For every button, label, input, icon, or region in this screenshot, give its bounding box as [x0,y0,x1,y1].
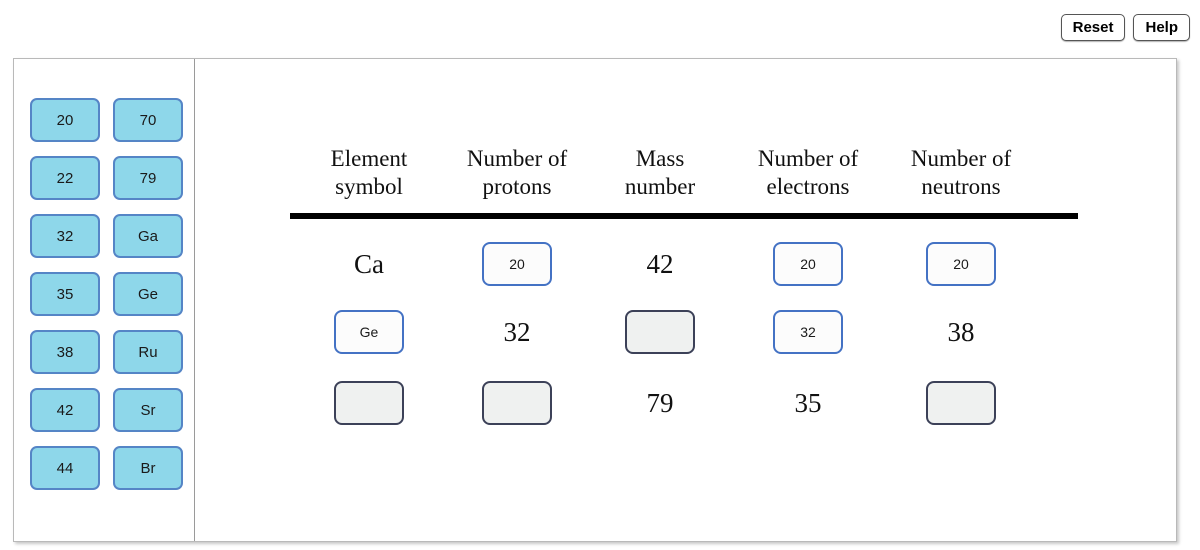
table-cell: 38 [882,298,1040,366]
bank-tile[interactable]: 35 [30,272,100,316]
table-header-row: Element symbol Number of protons Mass number N… [290,145,1080,205]
bank-tile[interactable]: 79 [113,156,183,200]
table-cell: 42 [586,230,734,298]
bank-tile[interactable]: 38 [30,330,100,374]
column-header: Mass number [586,145,734,205]
column-header-line2: symbol [335,174,403,200]
answer-dropzone-filled[interactable]: 20 [926,242,996,287]
table-cell: 32 [448,298,586,366]
column-header-line1: Mass [635,146,685,171]
column-header: Element symbol [290,145,448,205]
help-button[interactable]: Help [1133,14,1190,41]
table-cell: 35 [734,366,882,440]
answer-dropzone-filled[interactable]: 20 [773,242,843,287]
answer-dropzone-empty[interactable] [625,310,695,355]
bank-tile[interactable]: 42 [30,388,100,432]
table-cell: Ge [290,298,448,366]
column-header-line1: Element [330,146,408,171]
answer-dropzone-filled[interactable]: Ge [334,310,404,355]
bank-tile[interactable]: Br [113,446,183,490]
bank-tile[interactable]: Ga [113,214,183,258]
header-rule [290,213,1078,220]
activity-frame: 20 70 22 79 32 Ga 35 Ge 38 Ru 42 Sr 44 Br Element symb… [13,58,1177,542]
bank-tile[interactable]: Sr [113,388,183,432]
column-header: Number of protons [448,145,586,205]
bank-tile[interactable]: 32 [30,214,100,258]
table-body: Ca 20 42 20 20 Ge 32 32 38 79 35 [290,230,1080,440]
answer-dropzone-empty[interactable] [334,381,404,426]
bank-tile[interactable]: 22 [30,156,100,200]
answer-dropzone-filled[interactable]: 32 [773,310,843,355]
table-cell: 20 [448,230,586,298]
table-cell: Ca [290,230,448,298]
table-cell [448,366,586,440]
tile-bank: 20 70 22 79 32 Ga 35 Ge 38 Ru 42 Sr 44 Br [14,59,194,541]
table-cell [290,366,448,440]
column-header-line2: neutrons [921,174,1001,200]
column-header-line1: Number of [466,146,568,171]
static-value: 79 [646,387,674,418]
bank-tile[interactable]: Ru [113,330,183,374]
bank-tile[interactable]: 44 [30,446,100,490]
table-cell [882,366,1040,440]
table-cell [586,298,734,366]
table-cell: 79 [586,366,734,440]
column-header: Number of electrons [734,145,882,205]
table-cell: 32 [734,298,882,366]
static-value: 42 [646,248,674,279]
bank-tile[interactable]: 20 [30,98,100,142]
table-cell: 20 [734,230,882,298]
tile-grid: 20 70 22 79 32 Ga 35 Ge 38 Ru 42 Sr 44 Br [30,98,194,490]
answer-dropzone-empty[interactable] [482,381,552,426]
column-header-line1: Number of [910,146,1012,171]
static-value: 38 [947,316,975,347]
worksheet: Element symbol Number of protons Mass number N… [195,59,1176,541]
bank-tile[interactable]: 70 [113,98,183,142]
answer-dropzone-filled[interactable]: 20 [482,242,552,287]
reset-button[interactable]: Reset [1060,14,1126,41]
column-header-line2: protons [482,174,552,200]
toolbar: Reset Help [1060,14,1190,41]
table-cell: 20 [882,230,1040,298]
isotope-table: Element symbol Number of protons Mass number N… [290,145,1080,440]
column-header-line2: number [624,174,696,200]
static-value: Ca [354,248,384,279]
column-header: Number of neutrons [882,145,1040,205]
bank-tile[interactable]: Ge [113,272,183,316]
column-header-line1: Number of [757,146,859,171]
answer-dropzone-empty[interactable] [926,381,996,426]
column-header-line2: electrons [766,174,850,200]
static-value: 32 [503,316,531,347]
static-value: 35 [794,387,822,418]
